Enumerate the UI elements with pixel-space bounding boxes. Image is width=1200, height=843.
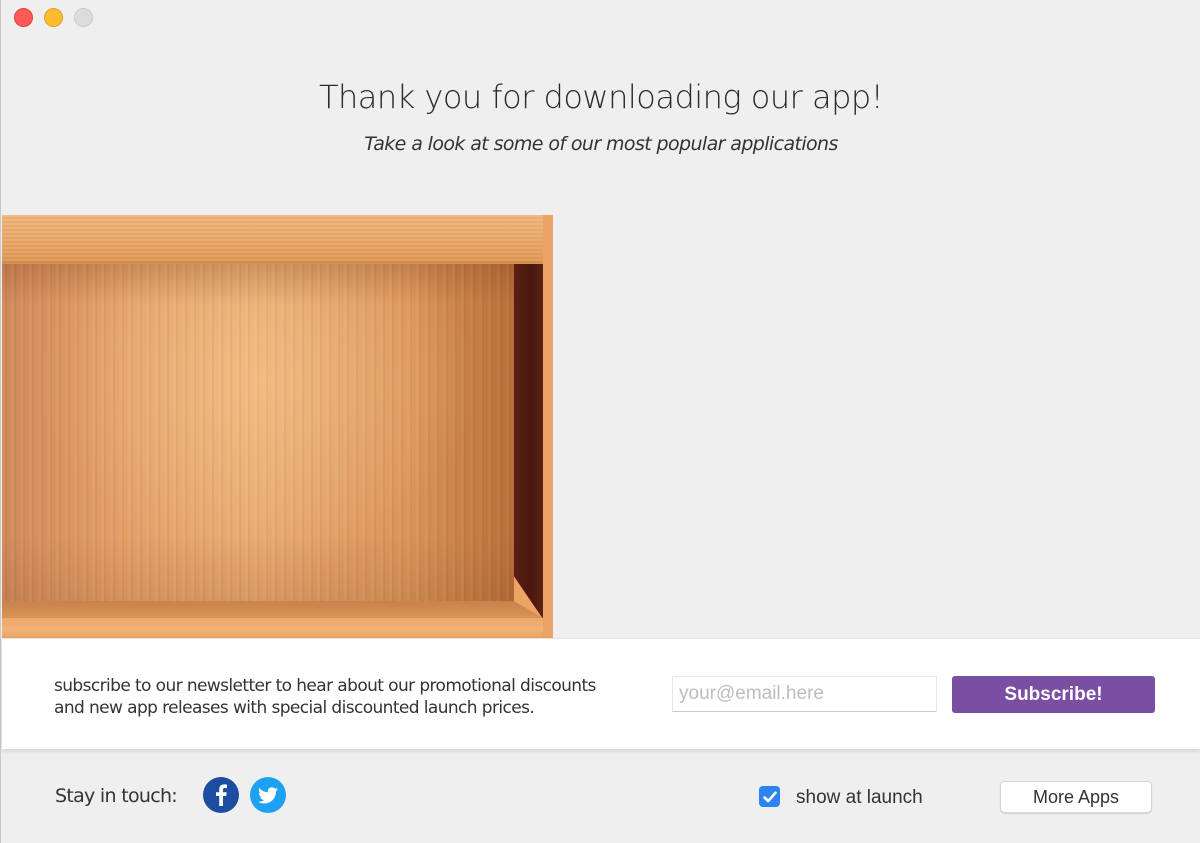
page-subtitle: Take a look at some of our most popular … [364,133,838,155]
facebook-icon [216,784,227,806]
app-shelf [2,215,553,638]
newsletter-text-line-2: and new app releases with special discou… [54,698,535,718]
shelf-back-panel [2,264,514,601]
shelf-side-panel [514,264,543,619]
email-input[interactable] [672,676,937,712]
twitter-button[interactable] [250,777,286,813]
page-title: Thank you for downloading our app! [318,78,884,116]
more-apps-button[interactable]: More Apps [1000,781,1152,813]
stay-in-touch-label: Stay in touch: [55,785,178,807]
newsletter-section: subscribe to our newsletter to hear abou… [2,638,1200,749]
subscribe-button[interactable]: Subscribe! [952,676,1155,713]
checkmark-icon [762,791,777,802]
twitter-icon [258,786,278,803]
shelf-front-board [2,618,543,638]
shelf-top-board [2,215,543,264]
minimize-window-button[interactable] [44,8,63,27]
shelf-floor [2,601,543,618]
shelf-edge [543,215,553,638]
welcome-window: Thank you for downloading our app! Take … [0,0,1200,843]
close-window-button[interactable] [14,8,33,27]
show-at-launch-label[interactable]: show at launch [796,787,923,809]
show-at-launch-checkbox[interactable] [759,786,780,807]
newsletter-text-line-1: subscribe to our newsletter to hear abou… [54,676,596,696]
zoom-window-button[interactable] [74,8,93,27]
newsletter-description: subscribe to our newsletter to hear abou… [54,675,654,719]
window-controls [14,8,93,27]
facebook-button[interactable] [203,777,239,813]
